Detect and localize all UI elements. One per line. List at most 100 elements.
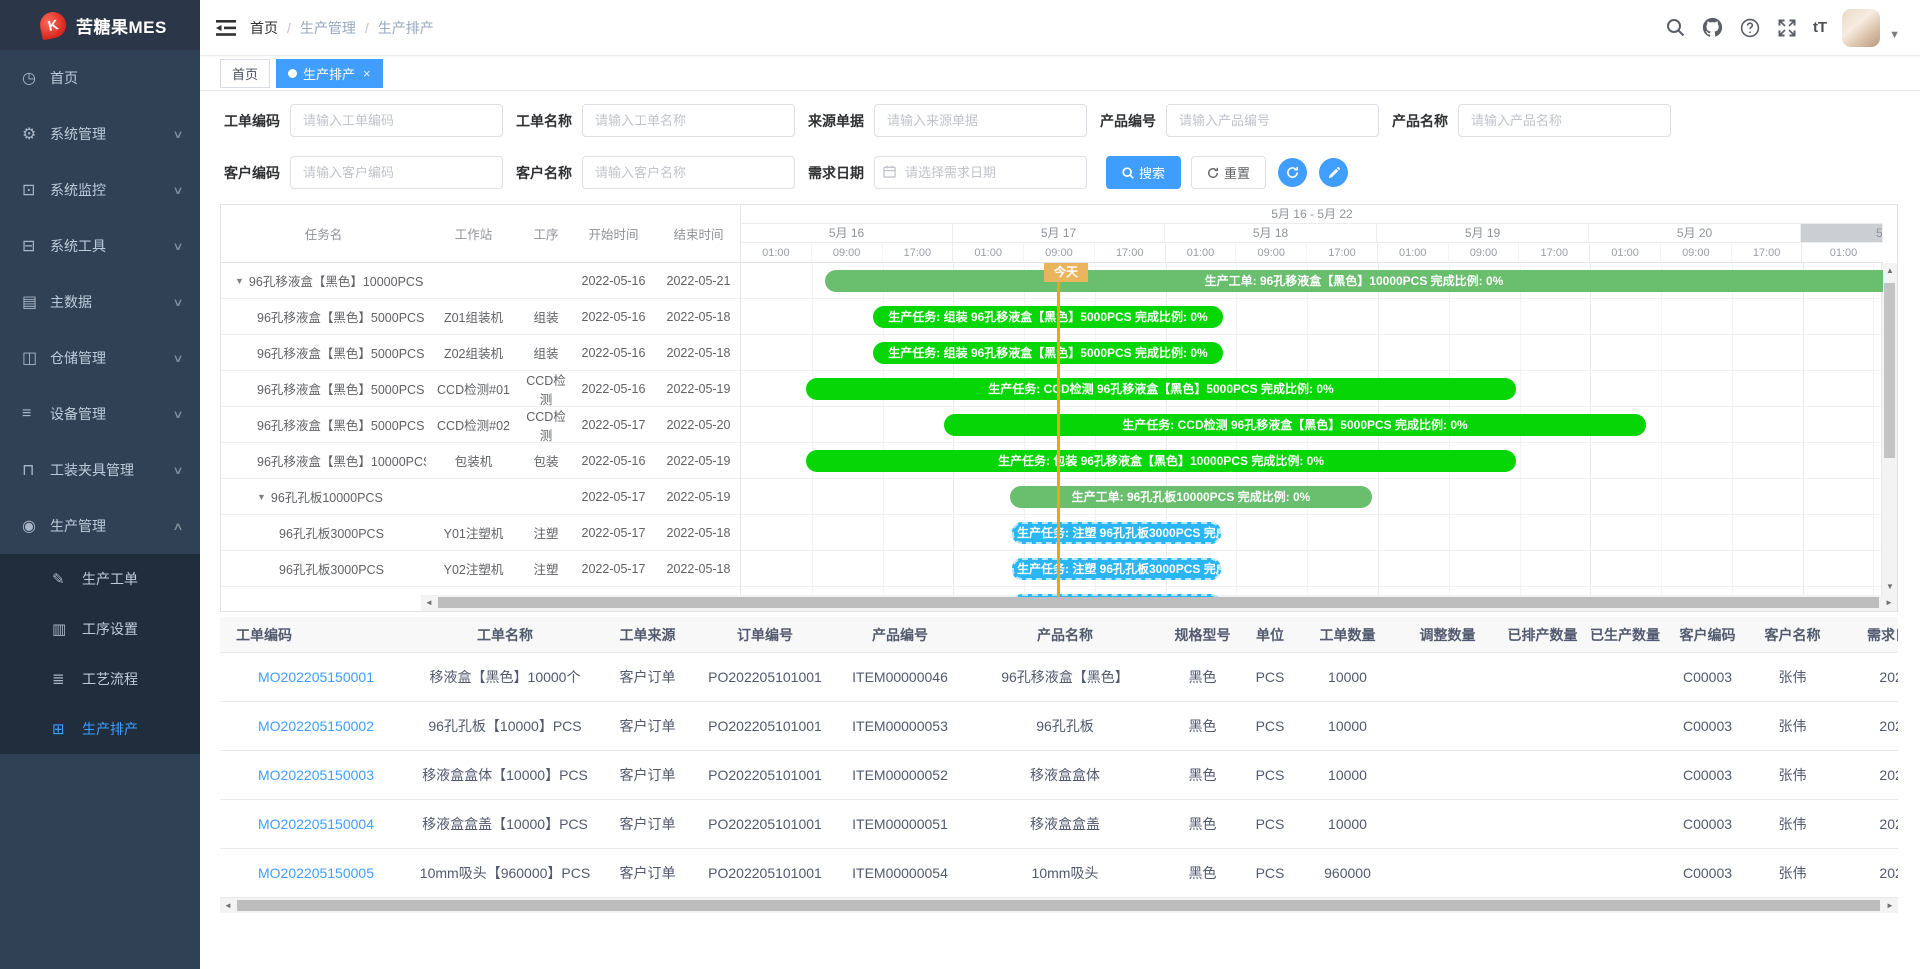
- avatar[interactable]: [1842, 9, 1880, 47]
- scroll-left-icon[interactable]: ◄: [421, 595, 437, 611]
- gantt-horizontal-scrollbar[interactable]: ◄: [421, 595, 1881, 611]
- app-logo[interactable]: K 苦糖果MES: [0, 0, 200, 50]
- workorder-link[interactable]: MO202205150004: [258, 816, 374, 832]
- gantt-task-row[interactable]: 96孔移液盒【黑色】5000PCSCCD检测#01CCD检测2022-05-16…: [221, 371, 740, 407]
- gantt-order-bar[interactable]: 生产工单: 96孔移液盒【黑色】10000PCS 完成比例: 0%: [825, 270, 1883, 292]
- scroll-left-icon[interactable]: ◄: [220, 898, 236, 913]
- gantt-task-bar[interactable]: 生产任务: CCD检测 96孔移液盒【黑色】5000PCS 完成比例: 0%: [806, 378, 1516, 400]
- table-horizontal-scrollbar[interactable]: ◄ ►: [220, 898, 1898, 913]
- sidebar-subitem-label: 生产工单: [82, 569, 138, 589]
- gantt-start-date: 2022-05-17: [571, 562, 656, 576]
- gantt-task-bar[interactable]: 生产任务: CCD检测 96孔移液盒【黑色】5000PCS 完成比例: 0%: [944, 414, 1646, 436]
- gantt-range-label: 5月 16 - 5月 22: [741, 205, 1883, 224]
- flow-icon: ≣: [52, 670, 82, 688]
- sidebar-item-8[interactable]: ⊓工装夹具管理∨: [0, 442, 200, 498]
- gantt-task-row[interactable]: ▼96孔移液盒【黑色】10000PCS2022-05-162022-05-21: [221, 263, 740, 299]
- caret-down-icon[interactable]: ▼: [1889, 29, 1900, 41]
- scroll-down-icon[interactable]: ▼: [1882, 579, 1898, 595]
- tab-2[interactable]: 生产排产×: [276, 59, 383, 88]
- table-hscroll-thumb[interactable]: [237, 900, 1880, 911]
- breadcrumb-item-1[interactable]: 首页: [250, 18, 278, 38]
- workorder-link[interactable]: MO202205150003: [258, 767, 374, 783]
- gantt-task-row[interactable]: 96孔孔板3000PCSY02注塑机注塑2022-05-172022-05-18: [221, 551, 740, 587]
- chevron-down-icon: ∨: [172, 296, 183, 309]
- workorder-link[interactable]: MO202205150002: [258, 718, 374, 734]
- workorder-link[interactable]: MO202205150005: [258, 865, 374, 881]
- sidebar-subitem-1[interactable]: ✎生产工单: [0, 554, 200, 604]
- sidebar-item-3[interactable]: ⊡系统监控∨: [0, 162, 200, 218]
- table-row[interactable]: ∨MO202205150001移液盒【黑色】10000个客户订单PO202205…: [220, 653, 1898, 702]
- gantt-task-bar[interactable]: 生产任务: 组装 96孔移液盒【黑色】5000PCS 完成比例: 0%: [873, 342, 1223, 364]
- filter-input[interactable]: [290, 104, 503, 137]
- gantt-order-bar[interactable]: 生产工单: 96孔孔板10000PCS 完成比例: 0%: [1010, 486, 1372, 508]
- gantt-task-bar[interactable]: 生产任务: 注塑 96孔孔板3000PCS 完成比例: 0%: [1012, 558, 1221, 580]
- sidebar-item-6[interactable]: ◫仓储管理∨: [0, 330, 200, 386]
- font-size-icon[interactable]: tT: [1813, 19, 1827, 36]
- filter-input[interactable]: [582, 156, 795, 189]
- fullscreen-icon[interactable]: [1776, 17, 1798, 39]
- edit-schedule-button[interactable]: [1319, 158, 1348, 187]
- search-icon[interactable]: [1665, 17, 1687, 39]
- table-cell: 2022: [1835, 865, 1898, 881]
- gantt-task-row[interactable]: 96孔移液盒【黑色】5000PCSZ01组装机组装2022-05-162022-…: [221, 299, 740, 335]
- search-button[interactable]: 搜索: [1106, 156, 1181, 189]
- github-icon[interactable]: [1702, 17, 1724, 39]
- gantt-task-bar[interactable]: 生产任务: 组装 96孔移液盒【黑色】5000PCS 完成比例: 0%: [873, 306, 1223, 328]
- tab-1[interactable]: 首页: [220, 59, 270, 88]
- expand-triangle-icon[interactable]: ▼: [235, 276, 244, 286]
- gantt-task-row[interactable]: ▼96孔孔板10000PCS2022-05-172022-05-19: [221, 479, 740, 515]
- sidebar-item-1[interactable]: ◷首页: [0, 50, 200, 106]
- sidebar-item-label: 系统工具: [50, 236, 106, 256]
- refresh-gantt-button[interactable]: [1278, 158, 1307, 187]
- filter-input[interactable]: [582, 104, 795, 137]
- filter-input[interactable]: [1166, 104, 1379, 137]
- gantt-task-row[interactable]: 96孔孔板3000PCSY01注塑机注塑2022-05-172022-05-18: [221, 515, 740, 551]
- gantt-hscroll-thumb[interactable]: [438, 597, 1879, 608]
- sidebar-item-7[interactable]: ≡设备管理∨: [0, 386, 200, 442]
- filter-input[interactable]: [290, 156, 503, 189]
- chevron-up-icon: ∧: [172, 520, 183, 533]
- chevron-down-icon: ∨: [172, 464, 183, 477]
- table-row[interactable]: MO20220515000296孔孔板【10000】PCS客户订单PO20220…: [220, 702, 1898, 751]
- filter-input[interactable]: [1458, 104, 1671, 137]
- scroll-right-icon[interactable]: ►: [1882, 898, 1898, 913]
- breadcrumb-item-2: 生产管理: [300, 18, 356, 38]
- sidebar-item-9[interactable]: ◉生产管理∧: [0, 498, 200, 554]
- gantt-task-row[interactable]: 96孔移液盒【黑色】5000PCSZ02组装机组装2022-05-162022-…: [221, 335, 740, 371]
- gantt-task-row[interactable]: 96孔移液盒【黑色】5000PCSCCD检测#02CCD检测2022-05-17…: [221, 407, 740, 443]
- expand-triangle-icon[interactable]: ▼: [257, 492, 266, 502]
- gantt-task-name: 96孔孔板3000PCS: [221, 523, 426, 542]
- gantt-task-row[interactable]: 96孔移液盒【黑色】10000PCS包装机包装2022-05-162022-05…: [221, 443, 740, 479]
- gantt-task-bar[interactable]: 生产任务: 包装 96孔移液盒【黑色】10000PCS 完成比例: 0%: [806, 450, 1516, 472]
- demand-date-input[interactable]: [874, 156, 1087, 189]
- sidebar-item-4[interactable]: ⊟系统工具∨: [0, 218, 200, 274]
- filter-field-7: 客户名称: [516, 156, 808, 189]
- gantt-vscroll-thumb[interactable]: [1884, 283, 1895, 458]
- sidebar-item-label: 首页: [50, 68, 78, 88]
- scroll-up-icon[interactable]: ▲: [1882, 263, 1898, 279]
- table-cell: ITEM00000054: [835, 865, 965, 881]
- gantt-task-bar[interactable]: 生产任务: 注塑 96孔孔板3000PCS 完成比例: 0%: [1012, 594, 1221, 597]
- gantt-hour-tick: 17:00: [1519, 243, 1590, 262]
- sidebar-item-2[interactable]: ⚙系统管理∨: [0, 106, 200, 162]
- gantt-process: 组装: [521, 307, 571, 326]
- gantt-vertical-scrollbar[interactable]: ▲ ▼: [1881, 263, 1897, 595]
- sidebar-item-5[interactable]: ▤主数据∨: [0, 274, 200, 330]
- help-icon[interactable]: [1739, 17, 1761, 39]
- collapse-sidebar-icon[interactable]: [200, 19, 250, 37]
- table-row[interactable]: MO20220515000510mm吸头【960000】PCS客户订单PO202…: [220, 849, 1898, 898]
- table-row[interactable]: MO202205150003移液盒盒体【10000】PCS客户订单PO20220…: [220, 751, 1898, 800]
- table-row[interactable]: MO202205150004移液盒盒盖【10000】PCS客户订单PO20220…: [220, 800, 1898, 849]
- sidebar-subitem-2[interactable]: ▥工序设置: [0, 604, 200, 654]
- gantt-process: 注塑: [521, 559, 571, 578]
- scroll-right-icon[interactable]: ►: [1881, 595, 1897, 611]
- sidebar-subitem-4[interactable]: ⊞生产排产: [0, 704, 200, 754]
- tab-close-icon[interactable]: ×: [363, 66, 371, 81]
- chevron-down-icon: ∨: [172, 128, 183, 141]
- filter-input[interactable]: [874, 104, 1087, 137]
- reset-button[interactable]: 重置: [1191, 156, 1266, 189]
- gantt-task-bar[interactable]: 生产任务: 注塑 96孔孔板3000PCS 完成比例: 0%: [1012, 522, 1221, 544]
- sidebar-subitem-3[interactable]: ≣工艺流程: [0, 654, 200, 704]
- row-expand-icon[interactable]: ∨: [237, 669, 246, 685]
- workorder-link[interactable]: MO202205150001: [258, 669, 374, 685]
